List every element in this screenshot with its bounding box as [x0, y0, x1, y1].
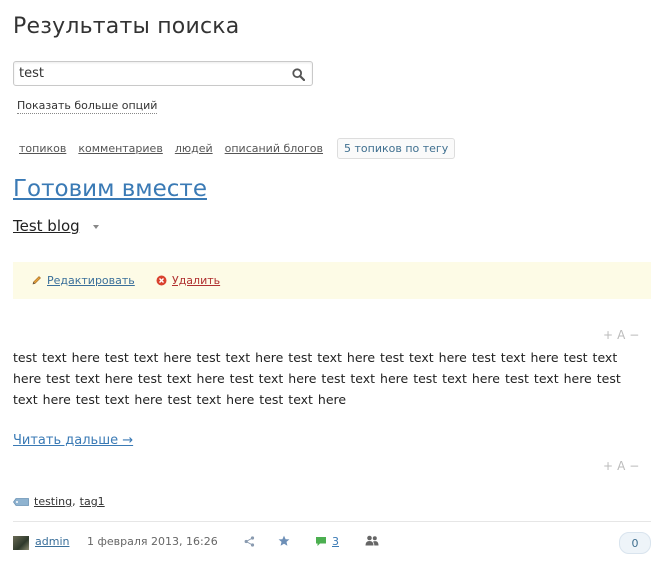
- pencil-icon: [32, 276, 41, 285]
- users-icon[interactable]: [365, 535, 379, 549]
- comment-icon: [316, 537, 326, 546]
- avatar[interactable]: [13, 536, 29, 550]
- post-date: 1 февраля 2013, 16:26: [87, 535, 218, 548]
- post-body: test text here test text here test text …: [13, 350, 621, 407]
- post-title[interactable]: Готовим вместе: [13, 176, 207, 202]
- delete-icon: [156, 275, 167, 286]
- favorite-star-icon[interactable]: [278, 535, 290, 550]
- search-type-filters: топиков комментариев людей описаний блог…: [13, 138, 456, 159]
- share-icon[interactable]: [244, 536, 255, 550]
- edit-label[interactable]: Редактировать: [47, 274, 135, 287]
- more-options-link[interactable]: Показать больше опций: [17, 99, 158, 114]
- post-actions-bar: Редактировать Удалить: [13, 262, 651, 299]
- delete-label[interactable]: Удалить: [172, 274, 220, 287]
- search-icon[interactable]: [292, 66, 306, 85]
- post-tags: testing, tag1: [13, 495, 105, 508]
- edit-action[interactable]: Редактировать: [31, 274, 135, 287]
- tag-link[interactable]: testing: [34, 495, 72, 508]
- search-box[interactable]: [13, 61, 313, 86]
- post-footer: admin 1 февраля 2013, 16:26 3 0: [13, 532, 651, 554]
- filter-blog-descriptions[interactable]: описаний блогов: [225, 142, 323, 155]
- author-link[interactable]: admin: [35, 535, 69, 548]
- search-input[interactable]: [19, 64, 279, 83]
- read-more-link[interactable]: Читать дальше →: [13, 433, 133, 448]
- blog-name-link[interactable]: Test blog: [13, 217, 80, 235]
- filter-topics-by-tag-active[interactable]: 5 топиков по тегу: [337, 138, 456, 159]
- delete-action[interactable]: Удалить: [156, 274, 220, 287]
- font-size-tools-bottom: + A −: [603, 459, 639, 473]
- font-decrease-button[interactable]: −: [629, 459, 639, 473]
- page-title: Результаты поиска: [13, 14, 240, 39]
- tag-icon: [13, 497, 29, 506]
- filter-topics[interactable]: топиков: [19, 142, 66, 155]
- footer-divider: [13, 521, 651, 522]
- font-size-icon[interactable]: A: [617, 459, 625, 473]
- font-size-icon[interactable]: A: [617, 328, 625, 342]
- blog-caret-icon[interactable]: [93, 225, 99, 229]
- vote-counter[interactable]: 0: [619, 532, 651, 554]
- font-size-tools-top: + A −: [603, 328, 639, 342]
- font-increase-button[interactable]: +: [603, 328, 613, 342]
- comments-link[interactable]: 3: [315, 535, 339, 548]
- font-increase-button[interactable]: +: [603, 459, 613, 473]
- filter-people[interactable]: людей: [175, 142, 213, 155]
- tag-link[interactable]: tag1: [80, 495, 105, 508]
- font-decrease-button[interactable]: −: [629, 328, 639, 342]
- filter-comments[interactable]: комментариев: [78, 142, 162, 155]
- comments-count[interactable]: 3: [332, 535, 339, 548]
